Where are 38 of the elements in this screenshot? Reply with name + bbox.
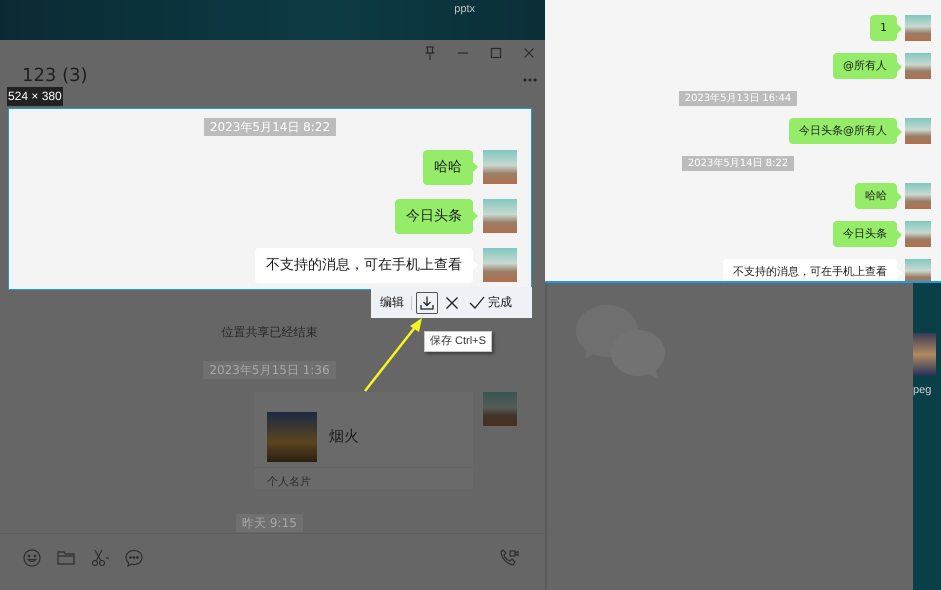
size-label: 524 × 380 [7, 87, 63, 106]
avatar-photo [483, 199, 517, 233]
avatar-photo [483, 150, 517, 184]
timestamp: 2023年5月13日 16:44 [678, 91, 798, 106]
check-icon [469, 296, 485, 310]
chat-title: 123 (3) [22, 64, 88, 88]
close-icon [445, 296, 459, 310]
download-icon [419, 294, 435, 310]
system-notice: 位置共享已经结束 [222, 324, 318, 340]
edit-button[interactable]: 编辑 [377, 292, 407, 314]
avatar-photo [483, 248, 517, 282]
save-button[interactable] [416, 292, 438, 314]
more-icon[interactable] [523, 78, 537, 82]
contact-name: 烟火 [329, 427, 359, 446]
avatar-photo [905, 183, 931, 209]
emoji-icon[interactable] [22, 548, 42, 568]
card-type-label: 个人名片 [266, 474, 312, 489]
timestamp: 2023年5月14日 8:22 [682, 156, 794, 171]
avatar-photo [905, 221, 931, 247]
photo-placeholder [913, 333, 936, 376]
tooltip: 保存 Ctrl+S [424, 331, 492, 352]
file-label: peg [913, 384, 932, 396]
timestamp: 2023年5月15日 1:36 [203, 361, 336, 379]
scissors-icon[interactable] [90, 548, 110, 568]
avatar-photo [483, 392, 517, 426]
phone-video-icon[interactable] [499, 548, 519, 568]
avatar-photo [905, 259, 931, 281]
done-button[interactable]: 完成 [466, 292, 515, 314]
avatar-photo [905, 53, 931, 79]
maximize-icon[interactable] [488, 45, 504, 61]
avatar-photo [905, 15, 931, 41]
selection-area[interactable]: 2023年5月14日 8:22 哈哈 今日头条 不支持的消息，可在手机上查看 [8, 108, 532, 290]
timestamp: 昨天 9:15 [236, 514, 303, 532]
chat-icon[interactable] [124, 548, 144, 568]
timestamp: 2023年5月14日 8:22 [204, 118, 336, 136]
file-label: pptx [454, 2, 475, 17]
photo-placeholder [267, 412, 317, 462]
avatar-photo [905, 118, 931, 144]
